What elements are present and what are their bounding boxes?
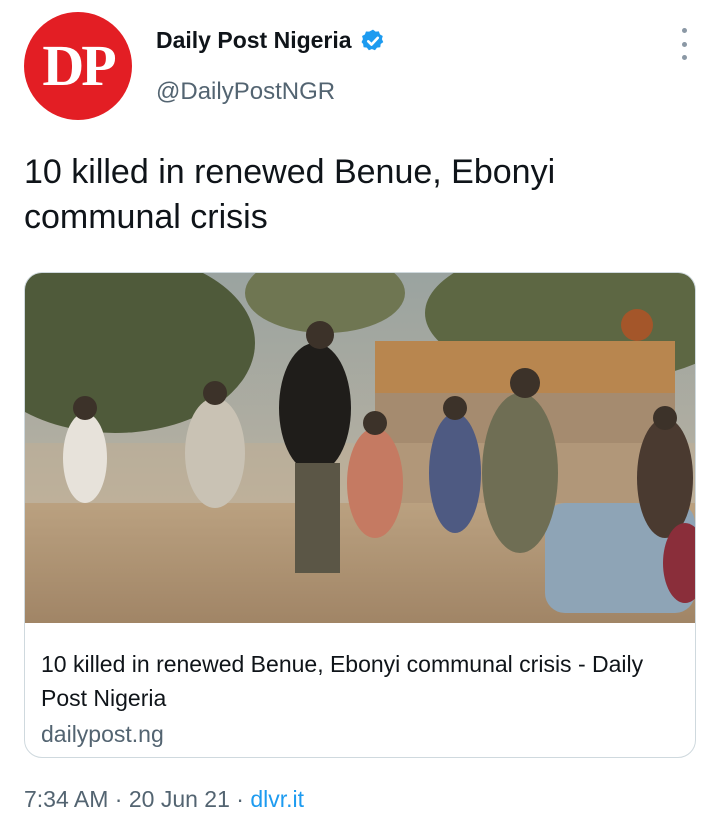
tweet-text: 10 killed in renewed Benue, Ebonyi commu…: [24, 153, 556, 236]
display-name[interactable]: Daily Post Nigeria: [156, 27, 352, 54]
verified-badge-icon: [361, 29, 383, 50]
card-body: 10 killed in renewed Benue, Ebonyi commu…: [41, 647, 681, 749]
tweet-time[interactable]: 7:34 AM: [24, 786, 108, 812]
tweet-metadata: 7:34 AM · 20 Jun 21 · dlvr.it: [24, 786, 304, 813]
avatar-text: DP: [42, 33, 116, 98]
tweet-source-link[interactable]: dlvr.it: [250, 786, 304, 812]
card-domain: dailypost.ng: [41, 721, 164, 747]
account-handle[interactable]: @DailyPostNGR: [156, 78, 335, 106]
more-options-icon[interactable]: [678, 28, 690, 60]
link-card[interactable]: 10 killed in renewed Benue, Ebonyi commu…: [24, 272, 696, 758]
card-image: [25, 273, 695, 623]
avatar[interactable]: DP: [24, 12, 132, 120]
display-name-row[interactable]: Daily Post Nigeria: [156, 27, 386, 54]
meta-separator: ·: [108, 786, 129, 812]
tweet-date[interactable]: 20 Jun 21: [129, 786, 230, 812]
meta-separator: ·: [229, 786, 251, 812]
card-title: 10 killed in renewed Benue, Ebonyi commu…: [41, 651, 644, 711]
